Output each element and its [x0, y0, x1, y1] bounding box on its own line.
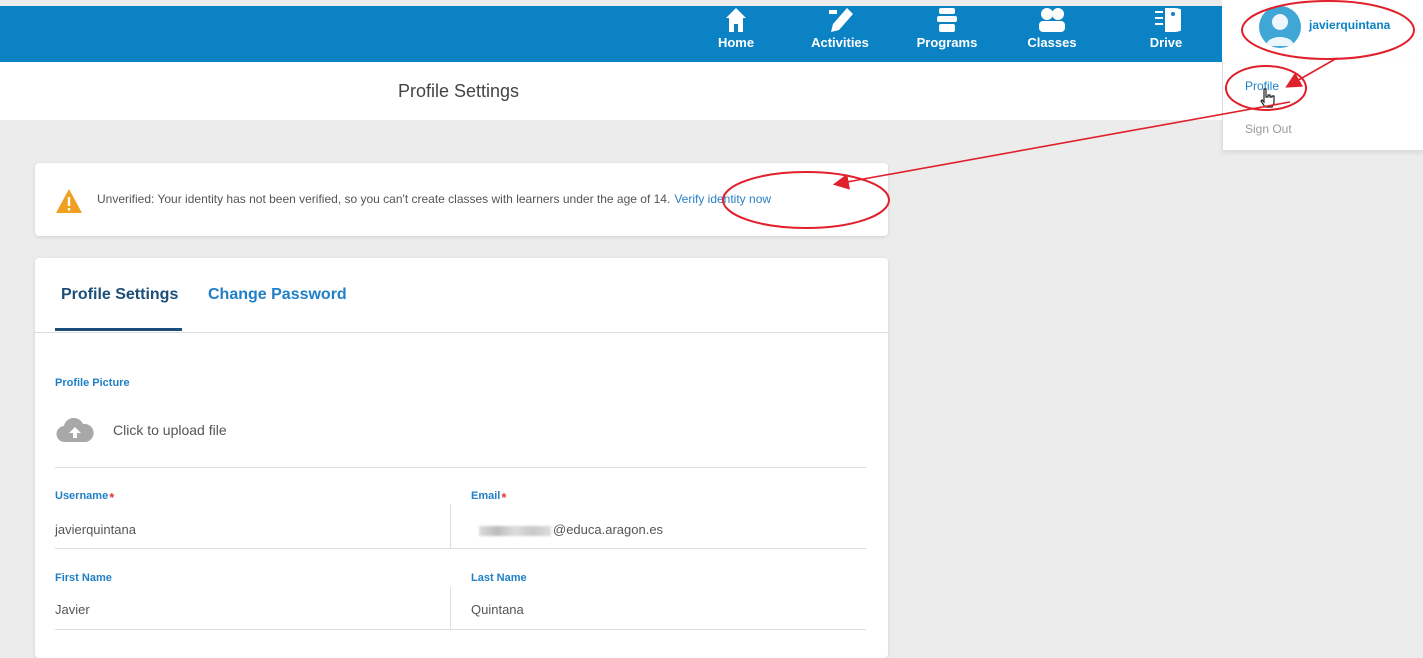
last-name-field[interactable]: Quintana [471, 602, 524, 617]
nav-drive[interactable]: Drive [1138, 6, 1194, 62]
required-marker: * [501, 490, 507, 505]
nav-classes[interactable]: Classes [1020, 6, 1084, 62]
row-divider [55, 548, 866, 549]
email-field-label: Email* [471, 490, 506, 505]
column-divider [450, 504, 451, 548]
page-header: Profile Settings [0, 62, 1222, 120]
tab-profile-settings[interactable]: Profile Settings [61, 286, 178, 304]
user-avatar-icon [1266, 14, 1294, 46]
alert-text: Unverified: Your identity has not been v… [97, 192, 671, 206]
required-marker: * [109, 490, 115, 505]
last-name-label: Last Name [471, 572, 527, 584]
email-domain-text: @educa.aragon.es [553, 522, 664, 537]
avatar [1259, 6, 1301, 48]
first-name-field[interactable]: Javier [55, 602, 90, 617]
nav-activities-label: Activities [811, 35, 869, 50]
cloud-upload-icon[interactable] [55, 418, 95, 444]
column-divider [450, 587, 451, 629]
puzzle-icon [937, 8, 957, 32]
nav-drive-label: Drive [1149, 35, 1183, 50]
user-menu-toggle[interactable]: javierquintana [1222, 0, 1423, 62]
first-name-label: First Name [55, 572, 112, 584]
upload-file-text[interactable]: Click to upload file [113, 422, 227, 438]
profile-settings-card: Profile Settings Change Password Profile… [35, 258, 888, 658]
nav-activities[interactable]: Activities [803, 6, 877, 62]
email-field[interactable]: @educa.aragon.es [479, 522, 663, 537]
username-field-label: Username* [55, 490, 114, 505]
active-tab-indicator [55, 328, 182, 331]
username-field[interactable]: javierquintana [55, 522, 136, 537]
nav-home[interactable]: Home [704, 6, 768, 62]
drive-icon [1155, 8, 1181, 32]
username-label: javierquintana [1309, 18, 1391, 32]
row-divider [55, 467, 866, 468]
nav-home-label: Home [717, 35, 755, 50]
profile-picture-label: Profile Picture [55, 377, 130, 389]
menu-item-signout[interactable]: Sign Out [1245, 122, 1292, 136]
warning-icon [56, 189, 82, 213]
row-divider [55, 629, 866, 630]
tab-divider [35, 332, 888, 333]
tab-change-password[interactable]: Change Password [208, 286, 347, 304]
top-nav-bar: Home Activities Programs Classes Drive [0, 6, 1423, 62]
username-label-text: Username [55, 490, 109, 502]
redacted-email-prefix [479, 525, 551, 536]
verify-identity-link[interactable]: Verify identity now [674, 192, 771, 206]
hand-cursor-icon [1260, 88, 1275, 108]
alert-message: Unverified: Your identity has not been v… [97, 192, 771, 206]
nav-classes-label: Classes [1027, 35, 1077, 50]
verification-alert: Unverified: Your identity has not been v… [35, 163, 888, 236]
nav-programs[interactable]: Programs [910, 6, 984, 62]
user-dropdown-menu: Profile Sign Out [1222, 62, 1423, 151]
pencil-icon [829, 8, 853, 32]
users-icon [1039, 8, 1065, 32]
page-title: Profile Settings [398, 81, 520, 101]
home-icon [726, 8, 746, 32]
nav-programs-label: Programs [916, 35, 978, 50]
email-label-text: Email [471, 490, 501, 502]
